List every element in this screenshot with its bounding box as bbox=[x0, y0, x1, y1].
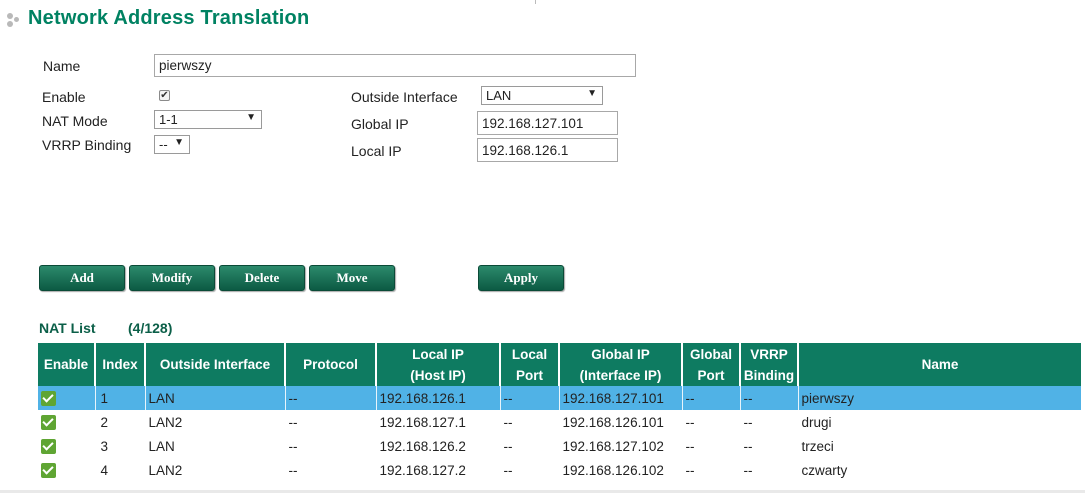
table-row[interactable]: 4 LAN2 -- 192.168.127.2 -- 192.168.126.1… bbox=[38, 458, 1081, 482]
nat-mode-value: 1-1 bbox=[159, 112, 178, 127]
title-bullet-icon bbox=[7, 11, 25, 29]
table-row[interactable]: 1 LAN -- 192.168.126.1 -- 192.168.127.10… bbox=[38, 386, 1081, 410]
table-row[interactable]: 2 LAN2 -- 192.168.127.1 -- 192.168.126.1… bbox=[38, 410, 1081, 434]
enable-checkbox[interactable]: ✔ bbox=[159, 90, 170, 101]
top-divider-tick bbox=[535, 0, 536, 4]
table-header-row: Enable Index Outside Interface Protocol … bbox=[38, 343, 1081, 386]
apply-button[interactable]: Apply bbox=[478, 265, 564, 291]
page-title: Network Address Translation bbox=[28, 7, 310, 29]
col-name[interactable]: Name bbox=[798, 343, 1081, 386]
col-local-port[interactable]: Local Port bbox=[500, 343, 560, 386]
check-icon[interactable] bbox=[41, 462, 56, 478]
chevron-down-icon: ▼ bbox=[587, 88, 597, 99]
check-icon[interactable] bbox=[41, 414, 56, 430]
nat-mode-select[interactable]: 1-1 ▼ bbox=[154, 110, 262, 129]
col-vrrp-binding[interactable]: VRRP Binding bbox=[740, 343, 799, 386]
local-ip-label: Local IP bbox=[351, 143, 402, 159]
col-local-ip[interactable]: Local IP (Host IP) bbox=[376, 343, 501, 386]
table-row[interactable]: 3 LAN -- 192.168.126.2 -- 192.168.127.10… bbox=[38, 434, 1081, 458]
col-protocol[interactable]: Protocol bbox=[285, 343, 377, 386]
col-global-port[interactable]: Global Port bbox=[682, 343, 741, 386]
outside-interface-select[interactable]: LAN ▼ bbox=[481, 86, 603, 105]
delete-button[interactable]: Delete bbox=[219, 265, 305, 291]
vrrp-binding-value: -- bbox=[159, 137, 168, 152]
chevron-down-icon: ▼ bbox=[174, 137, 184, 148]
vrrp-binding-select[interactable]: -- ▼ bbox=[154, 135, 190, 154]
global-ip-input[interactable] bbox=[477, 111, 618, 135]
enable-label: Enable bbox=[42, 89, 86, 105]
nat-list-table: Enable Index Outside Interface Protocol … bbox=[38, 343, 1082, 482]
add-button[interactable]: Add bbox=[39, 265, 125, 291]
check-icon[interactable] bbox=[41, 438, 56, 454]
check-icon[interactable] bbox=[41, 390, 56, 406]
nat-mode-label: NAT Mode bbox=[42, 113, 108, 129]
name-input[interactable] bbox=[154, 54, 636, 77]
modify-button[interactable]: Modify bbox=[129, 265, 215, 291]
move-button[interactable]: Move bbox=[309, 265, 395, 291]
col-global-ip[interactable]: Global IP (Interface IP) bbox=[559, 343, 683, 386]
outside-interface-value: LAN bbox=[486, 88, 512, 103]
name-label: Name bbox=[43, 58, 81, 74]
col-index[interactable]: Index bbox=[95, 343, 146, 386]
col-outside-interface[interactable]: Outside Interface bbox=[145, 343, 286, 386]
chevron-down-icon: ▼ bbox=[246, 112, 256, 123]
global-ip-label: Global IP bbox=[351, 116, 409, 132]
nat-list-title: NAT List bbox=[39, 320, 96, 336]
outside-interface-label: Outside Interface bbox=[351, 89, 458, 105]
nat-list-count: (4/128) bbox=[128, 320, 173, 336]
col-enable[interactable]: Enable bbox=[38, 343, 96, 386]
local-ip-input[interactable] bbox=[477, 138, 618, 162]
vrrp-binding-label: VRRP Binding bbox=[42, 137, 132, 153]
